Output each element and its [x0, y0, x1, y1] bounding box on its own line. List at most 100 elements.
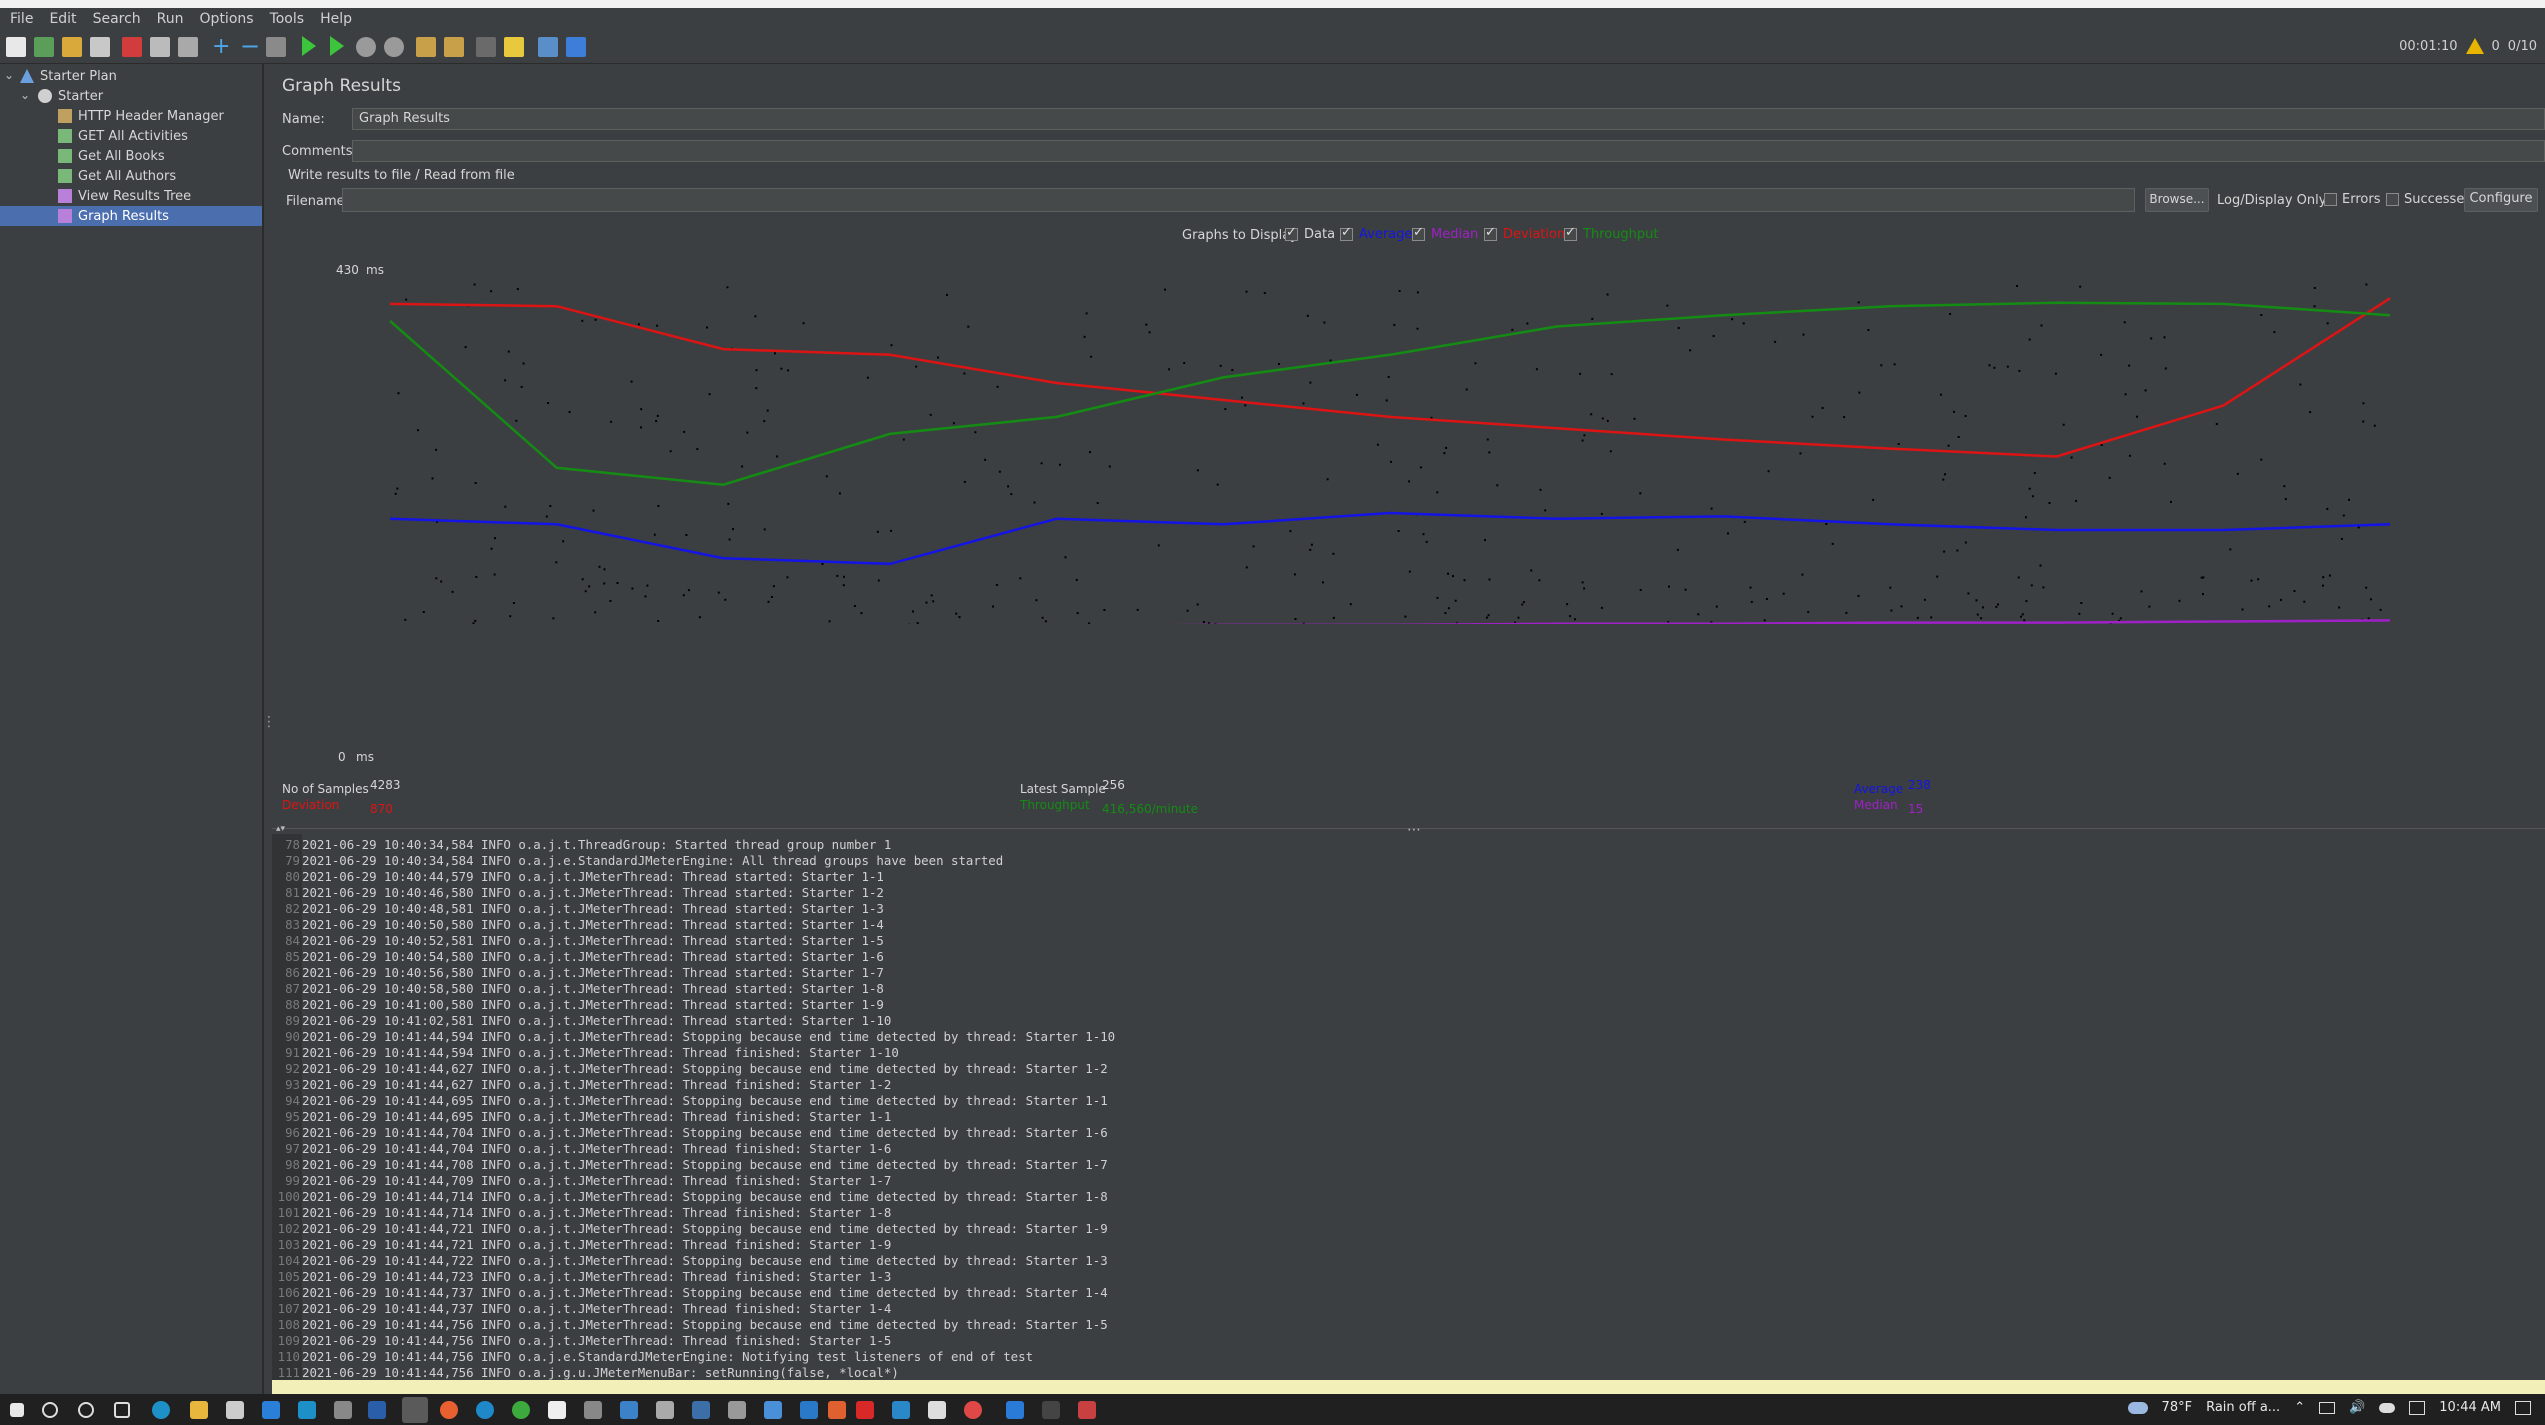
log-text: 2021-06-29 10:40:50,580 INFO o.a.j.t.JMe… [302, 917, 884, 932]
chevron-down-icon[interactable]: ⌄ [20, 88, 30, 102]
menu-help[interactable]: Help [314, 11, 358, 27]
templates-icon[interactable] [34, 37, 54, 57]
app-icon[interactable] [584, 1401, 602, 1419]
tree-item-get-all-authors[interactable]: Get All Authors [58, 166, 260, 186]
data-point [728, 538, 731, 541]
data-point [1825, 523, 1828, 525]
new-icon[interactable] [6, 37, 26, 57]
paste-icon[interactable] [178, 37, 198, 57]
clear-icon[interactable] [416, 37, 436, 57]
start-icon[interactable] [302, 36, 316, 56]
tree-item-starter-plan[interactable]: Starter Plan [20, 66, 260, 86]
clear-all-icon[interactable] [444, 37, 464, 57]
dropbox-icon[interactable] [262, 1401, 280, 1419]
chrome-icon[interactable] [512, 1401, 530, 1419]
data-point [2367, 617, 2370, 620]
save-icon[interactable] [90, 37, 110, 57]
data-point [958, 616, 961, 619]
outlook-icon[interactable] [764, 1401, 782, 1419]
log-viewer[interactable]: 78 2021-06-29 10:40:34,584 INFO o.a.j.t.T… [272, 834, 2545, 1396]
app-icon[interactable] [928, 1401, 946, 1419]
data-point [2326, 322, 2329, 325]
menu-options[interactable]: Options [194, 11, 260, 27]
menu-edit[interactable]: Edit [43, 11, 82, 27]
data-point [2348, 498, 2350, 501]
windows-start-icon[interactable] [10, 1403, 24, 1417]
data-point [890, 529, 893, 532]
app-icon[interactable] [334, 1401, 352, 1419]
app-icon[interactable] [892, 1401, 910, 1419]
reset-search-icon[interactable] [504, 37, 524, 57]
acrobat-icon[interactable] [856, 1401, 874, 1419]
chevron-up-icon[interactable]: ⌃ [2294, 1400, 2305, 1415]
toggle-icon[interactable] [266, 37, 286, 57]
powershell-icon[interactable] [298, 1401, 316, 1419]
app-icon[interactable] [620, 1401, 638, 1419]
data-point [2365, 283, 2368, 286]
notepad-icon[interactable] [548, 1401, 566, 1419]
app-icon[interactable] [656, 1401, 674, 1419]
notifications-icon[interactable] [2515, 1400, 2531, 1415]
app-icon[interactable] [692, 1401, 710, 1419]
search-icon[interactable] [42, 1402, 58, 1418]
menu-run[interactable]: Run [151, 11, 190, 27]
function-helper-icon[interactable] [538, 37, 558, 57]
data-point [727, 502, 730, 505]
menu-file[interactable]: File [4, 11, 39, 27]
app-icon[interactable] [828, 1401, 846, 1419]
app-icon[interactable] [1078, 1401, 1096, 1419]
open-icon[interactable] [62, 37, 82, 57]
tree-item-get-all-books[interactable]: Get All Books [58, 146, 260, 166]
data-point [1376, 443, 1379, 446]
menu-search[interactable]: Search [87, 11, 147, 27]
file-explorer-icon[interactable] [190, 1401, 208, 1419]
weather-temp[interactable]: 78°F [2162, 1400, 2193, 1415]
tree-item-graph-results[interactable]: Graph Results [0, 206, 262, 226]
edge-beta-icon[interactable] [476, 1401, 494, 1419]
tree-item-get-all-activities[interactable]: GET All Activities [58, 126, 260, 146]
keyboard-icon[interactable] [2409, 1400, 2426, 1415]
edge-icon[interactable] [152, 1401, 170, 1419]
current-line-highlight [272, 1380, 2545, 1394]
onedrive-icon[interactable] [2379, 1402, 2396, 1413]
stop-icon[interactable] [356, 37, 376, 57]
line-number: 104 [277, 1253, 300, 1268]
app-icon[interactable] [964, 1401, 982, 1419]
data-point [1044, 620, 1047, 623]
expand-icon[interactable]: + [212, 34, 230, 59]
collapse-icon[interactable]: − [240, 32, 260, 60]
collapse-arrows-icon[interactable]: ▴▾ [276, 824, 285, 834]
copy-icon[interactable] [150, 37, 170, 57]
data-point [1997, 603, 1999, 606]
jmeter-icon[interactable] [402, 1397, 428, 1423]
word-icon[interactable] [368, 1401, 386, 1419]
help-icon[interactable] [566, 37, 586, 57]
store-icon[interactable] [226, 1401, 244, 1419]
volume-icon[interactable]: 🔊 [2349, 1400, 2365, 1415]
terminal-icon[interactable] [1042, 1401, 1060, 1419]
cut-icon[interactable] [122, 37, 142, 57]
search-icon[interactable] [476, 37, 496, 57]
cortana-icon[interactable] [78, 1402, 94, 1418]
app-icon[interactable] [800, 1401, 818, 1419]
warning-icon[interactable] [2465, 38, 2484, 54]
clock[interactable]: 10:44 AM [2439, 1400, 2501, 1415]
tree-item-view-results-tree[interactable]: View Results Tree [58, 186, 260, 206]
tree-item-http-header-manager[interactable]: HTTP Header Manager [58, 106, 260, 126]
task-view-icon[interactable] [114, 1402, 130, 1418]
chevron-down-icon[interactable]: ⌄ [4, 68, 14, 82]
tree-item-starter[interactable]: Starter [38, 86, 260, 106]
tree-item-label: Starter [58, 88, 104, 104]
line-number: 95 [285, 1109, 300, 1124]
menu-tools[interactable]: Tools [264, 11, 311, 27]
shutdown-icon[interactable] [384, 37, 404, 57]
start-no-pause-icon[interactable] [330, 36, 344, 56]
tree-item-label: GET All Activities [78, 128, 188, 144]
network-icon[interactable] [2319, 1401, 2336, 1414]
firefox-icon[interactable] [440, 1401, 458, 1419]
vscode-icon[interactable] [1006, 1401, 1024, 1419]
weather-text[interactable]: Rain off a... [2206, 1400, 2280, 1415]
data-point [2018, 369, 2021, 372]
weather-icon[interactable] [2127, 1401, 2148, 1414]
app-icon[interactable] [728, 1401, 746, 1419]
